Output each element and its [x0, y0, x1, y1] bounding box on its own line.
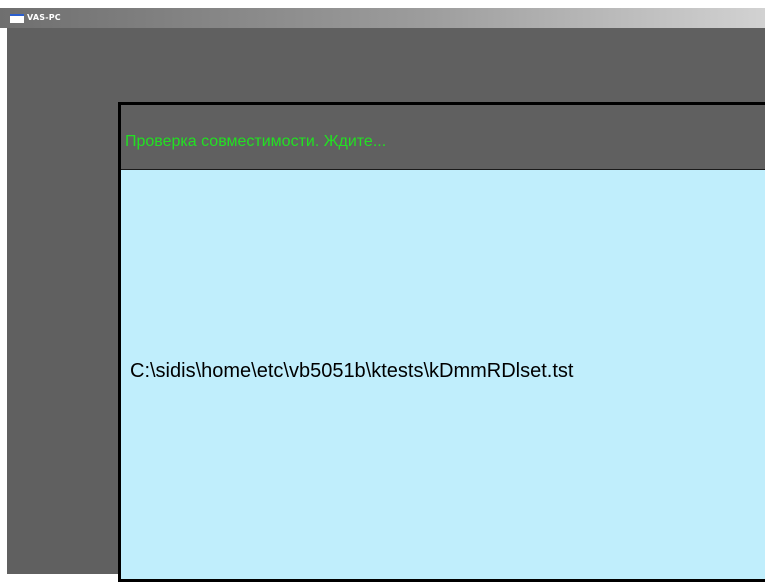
- dialog-header: Проверка совместимости. Ждите...: [121, 105, 765, 170]
- dialog-body: C:\sidis\home\etc\vb5051b\ktests\kDmmRDl…: [121, 170, 765, 579]
- status-message: Проверка совместимости. Ждите...: [125, 133, 387, 150]
- window-titlebar[interactable]: VAS-PC: [0, 8, 765, 28]
- compatibility-check-dialog: Проверка совместимости. Ждите... C:\sidi…: [118, 102, 765, 582]
- window-title: VAS-PC: [27, 13, 61, 22]
- current-file-path: C:\sidis\home\etc\vb5051b\ktests\kDmmRDl…: [130, 360, 574, 382]
- window-icon: [10, 14, 24, 23]
